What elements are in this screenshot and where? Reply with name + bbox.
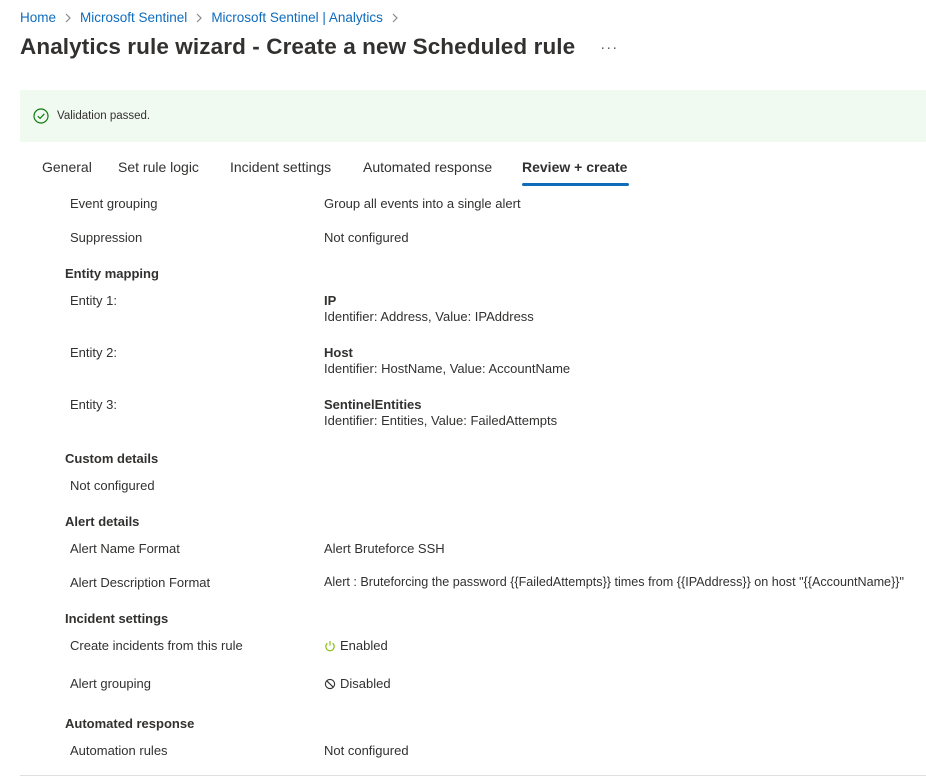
entity-1-type: IP [324, 293, 337, 308]
entity-3-detail: Identifier: Entities, Value: FailedAttem… [324, 413, 558, 428]
automation-rules-label: Automation rules [70, 743, 168, 758]
checkmark-circle-icon [33, 108, 49, 124]
alert-grouping-status: Disabled [340, 676, 391, 691]
entity-2-label: Entity 2: [70, 345, 117, 360]
entity-2-value: Host Identifier: HostName, Value: Accoun… [324, 345, 570, 376]
custom-details-heading: Custom details [65, 451, 159, 466]
entity-3-type: SentinelEntities [324, 397, 422, 412]
title-row: Analytics rule wizard - Create a new Sch… [20, 34, 619, 60]
alert-description-format-label: Alert Description Format [70, 575, 211, 590]
tab-general[interactable]: General [42, 150, 92, 184]
chevron-right-icon [61, 10, 75, 25]
tab-review-create[interactable]: Review + create [522, 150, 630, 186]
validation-banner: Validation passed. [20, 90, 926, 142]
automated-response-heading: Automated response [65, 716, 195, 731]
create-incidents-value: Enabled [324, 638, 388, 653]
event-grouping-value: Group all events into a single alert [324, 196, 521, 211]
breadcrumb-microsoft-sentinel[interactable]: Microsoft Sentinel [80, 10, 187, 25]
custom-details-value: Not configured [70, 478, 155, 493]
create-incidents-label: Create incidents from this rule [70, 638, 243, 653]
suppression-value: Not configured [324, 230, 409, 245]
alert-description-format-value: Alert : Bruteforcing the password {{Fail… [324, 575, 904, 589]
alert-grouping-label: Alert grouping [70, 676, 151, 691]
tab-set-rule-logic[interactable]: Set rule logic [118, 150, 199, 184]
entity-3-value: SentinelEntities Identifier: Entities, V… [324, 397, 557, 428]
more-options-button[interactable]: ··· [599, 39, 619, 56]
breadcrumb-home[interactable]: Home [20, 10, 56, 25]
validation-message: Validation passed. [57, 110, 151, 122]
alert-name-format-value: Alert Bruteforce SSH [324, 541, 445, 556]
automation-rules-value: Not configured [324, 743, 409, 758]
entity-mapping-heading: Entity mapping [65, 266, 159, 281]
alert-name-format-label: Alert Name Format [70, 541, 180, 556]
tab-incident-settings[interactable]: Incident settings [230, 150, 331, 184]
chevron-right-icon [388, 10, 402, 25]
entity-2-detail: Identifier: HostName, Value: AccountName [324, 361, 571, 376]
entity-2-type: Host [324, 345, 353, 360]
alert-grouping-value: Disabled [324, 676, 391, 691]
tab-automated-response[interactable]: Automated response [363, 150, 492, 184]
page-title: Analytics rule wizard - Create a new Sch… [20, 34, 576, 59]
incident-settings-heading: Incident settings [65, 611, 169, 626]
suppression-label: Suppression [70, 230, 143, 245]
alert-details-heading: Alert details [65, 514, 140, 529]
breadcrumb-sentinel-analytics[interactable]: Microsoft Sentinel | Analytics [211, 10, 383, 25]
blocked-icon [324, 678, 336, 690]
create-incidents-status: Enabled [340, 638, 388, 653]
chevron-right-icon [192, 10, 206, 25]
entity-3-label: Entity 3: [70, 397, 117, 412]
entity-1-detail: Identifier: Address, Value: IPAddress [324, 309, 534, 324]
entity-1-label: Entity 1: [70, 293, 117, 308]
breadcrumb: Home Microsoft Sentinel Microsoft Sentin… [20, 8, 407, 26]
event-grouping-label: Event grouping [70, 196, 158, 211]
entity-1-value: IP Identifier: Address, Value: IPAddress [324, 293, 534, 324]
power-icon [324, 640, 336, 652]
